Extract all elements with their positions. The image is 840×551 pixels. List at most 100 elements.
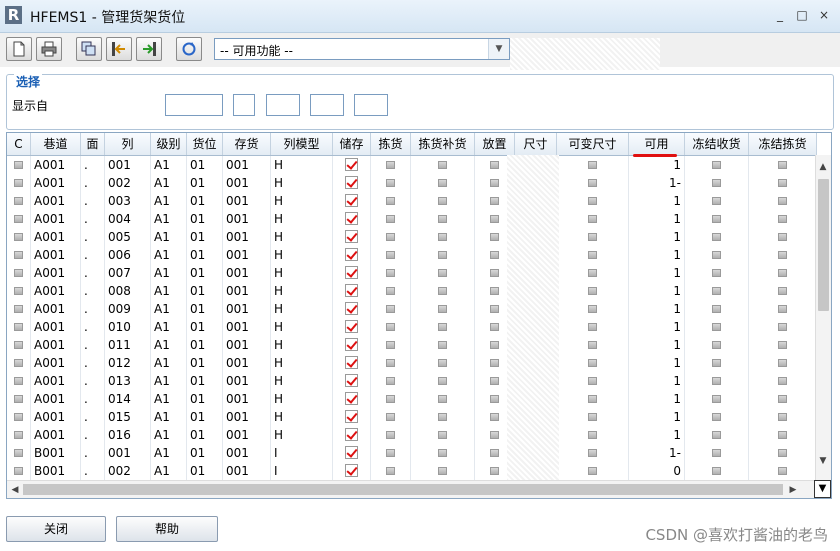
header-col-pick-replenish[interactable]: 拣货补货 <box>411 133 475 155</box>
picking-checkbox[interactable] <box>386 251 395 259</box>
header-col-c[interactable]: C <box>7 133 31 155</box>
row-selector-checkbox[interactable] <box>14 449 23 457</box>
storage-checkbox-checked[interactable] <box>345 356 358 369</box>
export-button[interactable] <box>136 37 162 61</box>
freeze-receipt-checkbox[interactable] <box>712 305 721 313</box>
grid-menu-button[interactable]: ▼ <box>814 480 831 498</box>
putaway-checkbox[interactable] <box>490 215 499 223</box>
table-row[interactable]: A001. 003 A1 01 001 H 1 <box>7 192 817 210</box>
storage-checkbox-checked[interactable] <box>345 248 358 261</box>
function-select[interactable]: -- 可用功能 -- <box>214 38 510 60</box>
picking-checkbox[interactable] <box>386 395 395 403</box>
storage-checkbox-checked[interactable] <box>345 374 358 387</box>
header-col-picking[interactable]: 拣货 <box>371 133 411 155</box>
horizontal-scrollbar[interactable]: ◀ ▶ <box>7 480 817 498</box>
freeze-pick-checkbox[interactable] <box>778 377 787 385</box>
putaway-checkbox[interactable] <box>490 233 499 241</box>
storage-checkbox-checked[interactable] <box>345 158 358 171</box>
header-col-freeze-pick[interactable]: 冻结拣货 <box>749 133 817 155</box>
storage-checkbox-checked[interactable] <box>345 284 358 297</box>
picking-checkbox[interactable] <box>386 233 395 241</box>
header-col-size[interactable]: 尺寸 <box>515 133 557 155</box>
picking-checkbox[interactable] <box>386 413 395 421</box>
variable-size-checkbox[interactable] <box>588 467 597 475</box>
row-selector-checkbox[interactable] <box>14 467 23 475</box>
table-row[interactable]: A001. 004 A1 01 001 H 1 <box>7 210 817 228</box>
freeze-pick-checkbox[interactable] <box>778 395 787 403</box>
row-selector-checkbox[interactable] <box>14 197 23 205</box>
pick-replenish-checkbox[interactable] <box>438 179 447 187</box>
freeze-pick-checkbox[interactable] <box>778 341 787 349</box>
pick-replenish-checkbox[interactable] <box>438 449 447 457</box>
table-row[interactable]: A001. 006 A1 01 001 H 1 <box>7 246 817 264</box>
copy-button[interactable] <box>76 37 102 61</box>
putaway-checkbox[interactable] <box>490 287 499 295</box>
minimize-button[interactable]: _ <box>772 7 788 23</box>
freeze-receipt-checkbox[interactable] <box>712 377 721 385</box>
putaway-checkbox[interactable] <box>490 251 499 259</box>
header-col-variable-size[interactable]: 可变尺寸 <box>557 133 629 155</box>
variable-size-checkbox[interactable] <box>588 413 597 421</box>
horizontal-scroll-thumb[interactable] <box>23 484 783 495</box>
pick-replenish-checkbox[interactable] <box>438 161 447 169</box>
row-selector-checkbox[interactable] <box>14 431 23 439</box>
storage-checkbox-checked[interactable] <box>345 230 358 243</box>
refresh-button[interactable] <box>176 37 202 61</box>
variable-size-checkbox[interactable] <box>588 305 597 313</box>
variable-size-checkbox[interactable] <box>588 341 597 349</box>
row-selector-checkbox[interactable] <box>14 305 23 313</box>
row-selector-checkbox[interactable] <box>14 413 23 421</box>
table-row[interactable]: A001. 015 A1 01 001 H 1 <box>7 408 817 426</box>
pick-replenish-checkbox[interactable] <box>438 377 447 385</box>
face-from-input[interactable] <box>233 94 255 116</box>
header-col-level[interactable]: 级别 <box>151 133 187 155</box>
freeze-receipt-checkbox[interactable] <box>712 359 721 367</box>
freeze-receipt-checkbox[interactable] <box>712 251 721 259</box>
freeze-pick-checkbox[interactable] <box>778 179 787 187</box>
putaway-checkbox[interactable] <box>490 323 499 331</box>
freeze-receipt-checkbox[interactable] <box>712 341 721 349</box>
picking-checkbox[interactable] <box>386 341 395 349</box>
close-button[interactable]: 关闭 <box>6 516 106 542</box>
variable-size-checkbox[interactable] <box>588 197 597 205</box>
header-col-column[interactable]: 列 <box>105 133 151 155</box>
freeze-receipt-checkbox[interactable] <box>712 323 721 331</box>
header-col-aisle[interactable]: 巷道 <box>31 133 81 155</box>
row-selector-checkbox[interactable] <box>14 323 23 331</box>
freeze-receipt-checkbox[interactable] <box>712 287 721 295</box>
storage-checkbox-checked[interactable] <box>345 176 358 189</box>
storage-checkbox-checked[interactable] <box>345 212 358 225</box>
freeze-receipt-checkbox[interactable] <box>712 233 721 241</box>
putaway-checkbox[interactable] <box>490 467 499 475</box>
row-selector-checkbox[interactable] <box>14 395 23 403</box>
storage-checkbox-checked[interactable] <box>345 302 358 315</box>
header-col-face[interactable]: 面 <box>81 133 105 155</box>
header-col-storage[interactable]: 储存 <box>333 133 371 155</box>
storage-checkbox-checked[interactable] <box>345 194 358 207</box>
picking-checkbox[interactable] <box>386 269 395 277</box>
pick-replenish-checkbox[interactable] <box>438 233 447 241</box>
freeze-pick-checkbox[interactable] <box>778 449 787 457</box>
header-col-freeze-receipt[interactable]: 冻结收货 <box>685 133 749 155</box>
scroll-left-icon[interactable]: ◀ <box>9 484 21 496</box>
row-selector-checkbox[interactable] <box>14 359 23 367</box>
picking-checkbox[interactable] <box>386 377 395 385</box>
picking-checkbox[interactable] <box>386 449 395 457</box>
freeze-receipt-checkbox[interactable] <box>712 431 721 439</box>
variable-size-checkbox[interactable] <box>588 287 597 295</box>
storage-checkbox-checked[interactable] <box>345 464 358 477</box>
pick-replenish-checkbox[interactable] <box>438 305 447 313</box>
picking-checkbox[interactable] <box>386 215 395 223</box>
picking-checkbox[interactable] <box>386 323 395 331</box>
row-selector-checkbox[interactable] <box>14 269 23 277</box>
table-row[interactable]: A001. 007 A1 01 001 H 1 <box>7 264 817 282</box>
pick-replenish-checkbox[interactable] <box>438 467 447 475</box>
variable-size-checkbox[interactable] <box>588 269 597 277</box>
freeze-pick-checkbox[interactable] <box>778 431 787 439</box>
freeze-pick-checkbox[interactable] <box>778 233 787 241</box>
row-selector-checkbox[interactable] <box>14 179 23 187</box>
variable-size-checkbox[interactable] <box>588 161 597 169</box>
pick-replenish-checkbox[interactable] <box>438 395 447 403</box>
pick-replenish-checkbox[interactable] <box>438 413 447 421</box>
putaway-checkbox[interactable] <box>490 377 499 385</box>
